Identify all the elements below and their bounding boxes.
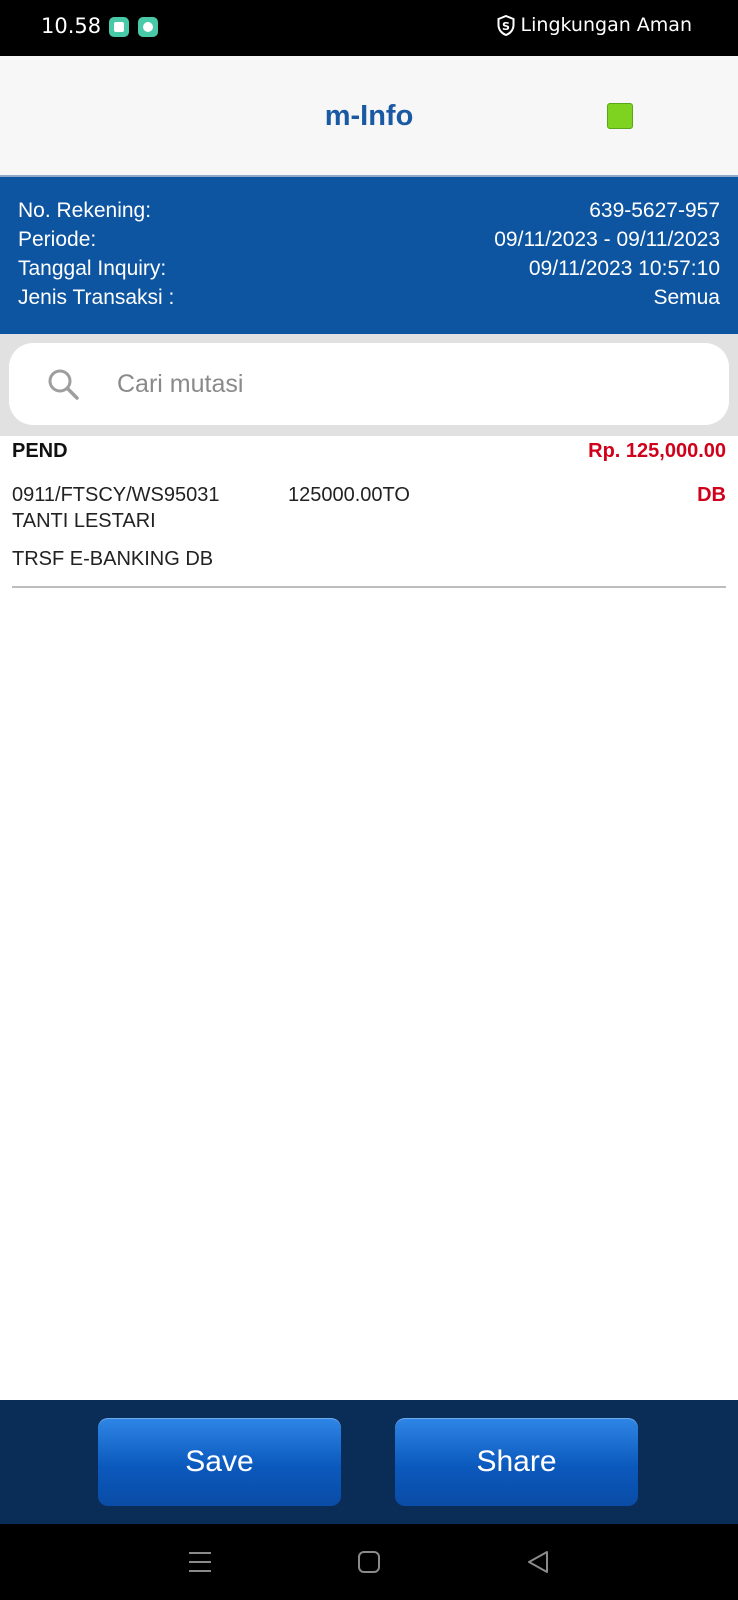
- status-time: 10.58: [41, 14, 102, 38]
- transaction-value: 125000.00TO: [288, 484, 410, 506]
- system-nav-bar: [0, 1524, 738, 1600]
- action-footer: Save Share: [0, 1400, 738, 1524]
- info-label: No. Rekening:: [18, 199, 152, 222]
- notification-chat-icon: [138, 17, 158, 37]
- info-value: 639-5627-957: [589, 199, 720, 222]
- transaction-name: TANTI LESTARI: [12, 510, 156, 532]
- home-icon[interactable]: [349, 1542, 389, 1582]
- security-status: S Lingkungan Aman: [497, 14, 692, 36]
- info-value: Semua: [653, 286, 720, 309]
- info-row-period: Periode: 09/11/2023 - 09/11/2023: [18, 225, 720, 255]
- transaction-description: TRSF E-BANKING DB: [12, 548, 214, 570]
- back-icon[interactable]: [518, 1542, 558, 1582]
- status-bar: 10.58 S Lingkungan Aman: [0, 0, 738, 56]
- transaction-item[interactable]: PEND Rp. 125,000.00 0911/FTSCY/WS95031 1…: [12, 436, 726, 588]
- status-indicator: [607, 103, 633, 129]
- info-value: 09/11/2023 10:57:10: [528, 257, 720, 280]
- info-row-transaction-type: Jenis Transaksi : Semua: [18, 283, 720, 313]
- search-icon: [48, 369, 79, 400]
- search-bar: [0, 334, 738, 436]
- info-label: Jenis Transaksi :: [18, 286, 175, 309]
- info-row-inquiry-date: Tanggal Inquiry: 09/11/2023 10:57:10: [18, 254, 720, 284]
- info-label: Periode:: [18, 228, 97, 251]
- transaction-status: PEND: [12, 440, 68, 462]
- transaction-reference: 0911/FTSCY/WS95031: [12, 484, 220, 506]
- info-label: Tanggal Inquiry:: [18, 257, 167, 280]
- search-box[interactable]: [9, 343, 729, 425]
- share-button[interactable]: Share: [395, 1418, 638, 1506]
- security-label: Lingkungan Aman: [520, 14, 692, 36]
- save-button[interactable]: Save: [98, 1418, 341, 1506]
- info-row-account: No. Rekening: 639-5627-957: [18, 196, 720, 226]
- svg-text:S: S: [502, 20, 510, 33]
- shield-s-icon: S: [497, 14, 515, 36]
- app-bar: m-Info: [0, 56, 738, 175]
- account-info-panel: No. Rekening: 639-5627-957 Periode: 09/1…: [0, 175, 738, 334]
- notification-app-icon: [109, 17, 129, 37]
- info-value: 09/11/2023 - 09/11/2023: [494, 228, 720, 251]
- transaction-amount: Rp. 125,000.00: [588, 440, 726, 462]
- search-input[interactable]: [115, 365, 679, 403]
- transaction-type-badge: DB: [697, 484, 726, 506]
- menu-icon[interactable]: [180, 1542, 220, 1582]
